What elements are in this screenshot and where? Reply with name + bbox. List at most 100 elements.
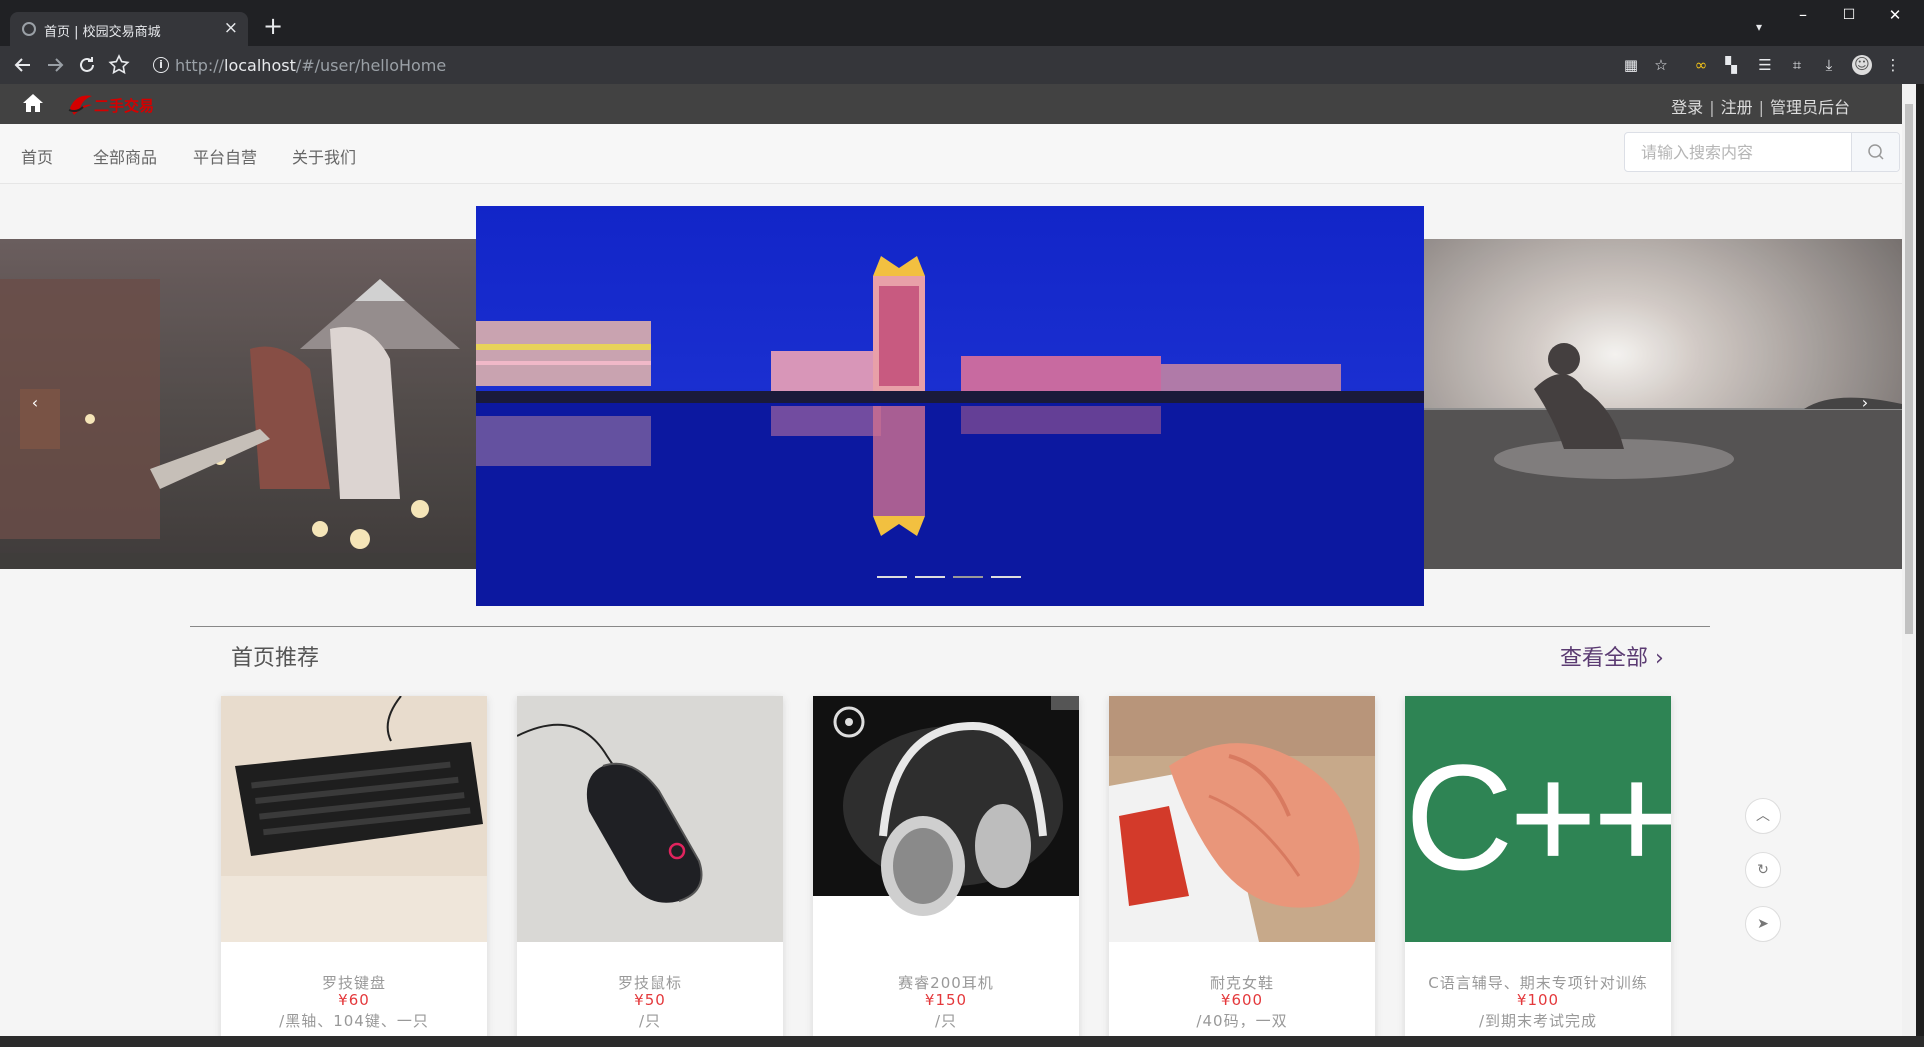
page-scrollbar[interactable] — [1902, 84, 1916, 1036]
site-info-icon[interactable]: i — [153, 57, 169, 73]
download-icon[interactable]: ⤓ — [1820, 56, 1838, 74]
product-card[interactable]: 耐克女鞋 ¥600 /40码，一双 — [1109, 696, 1375, 1036]
maximize-button[interactable]: ☐ — [1826, 0, 1872, 32]
tab-title: 首页 | 校园交易商城 — [44, 25, 161, 40]
carousel-dot[interactable] — [991, 576, 1021, 578]
auth-links: 登录 | 注册 | 管理员后台 — [1671, 94, 1850, 118]
site-logo[interactable]: 二手交易 — [66, 90, 156, 118]
forward-arrow-icon — [48, 58, 64, 72]
product-desc: /只 — [638, 1012, 662, 1030]
back-button[interactable] — [10, 52, 36, 78]
register-link[interactable]: 注册 — [1721, 98, 1753, 117]
product-card[interactable]: 赛睿200耳机 ¥150 /只 — [813, 696, 1079, 1036]
product-name: 耐克女鞋 — [1209, 974, 1274, 992]
admin-link[interactable]: 管理员后台 — [1770, 98, 1850, 117]
browser-toolbar: i http://localhost/#/user/helloHome ▦ ☆ … — [0, 46, 1924, 84]
browser-tab[interactable]: 首页 | 校园交易商城 × — [10, 12, 248, 46]
home-icon[interactable] — [22, 93, 44, 113]
campus-night-image — [476, 206, 1424, 606]
carousel-slide-prev[interactable] — [0, 239, 476, 569]
search-box — [1624, 132, 1900, 172]
minimize-button[interactable]: – — [1780, 0, 1826, 32]
product-desc: /40码，一双 — [1196, 1012, 1288, 1030]
send-icon[interactable]: ➤ — [1745, 906, 1781, 942]
refresh-icon[interactable]: ↻ — [1745, 852, 1781, 888]
product-image: C++ — [1405, 696, 1671, 942]
new-tab-button[interactable]: + — [260, 14, 286, 40]
search-input[interactable] — [1625, 133, 1851, 171]
back-arrow-icon — [14, 58, 30, 72]
product-card[interactable]: 罗技鼠标 ¥50 /只 — [517, 696, 783, 1036]
site-header: 二手交易 登录 | 注册 | 管理员后台 — [0, 84, 1902, 124]
product-desc: /只 — [934, 1012, 958, 1030]
crop-icon[interactable]: ⌗ — [1788, 56, 1806, 74]
bookmark-star-icon[interactable]: ☆ — [1652, 56, 1670, 74]
recommend-title: 首页推荐 — [231, 646, 320, 671]
reading-list-icon[interactable]: ☰ — [1756, 56, 1774, 74]
carousel-slide-next[interactable] — [1424, 239, 1902, 569]
product-card[interactable]: 罗技键盘 ¥60 /黑轴、104键、一只 — [221, 696, 487, 1036]
star-icon — [108, 54, 130, 75]
menu-kebab-icon[interactable]: ⋮ — [1884, 56, 1902, 74]
qr-code-icon[interactable]: ▦ — [1622, 56, 1640, 74]
product-desc: /黑轴、104键、一只 — [279, 1012, 429, 1030]
back-to-top-icon[interactable]: ︿ — [1745, 798, 1781, 834]
address-bar[interactable]: i http://localhost/#/user/helloHome — [143, 50, 1623, 80]
product-price: ¥100 — [1516, 991, 1560, 1009]
carousel-prev-arrow-icon[interactable]: ‹ — [24, 392, 46, 414]
product-price: ¥600 — [1220, 991, 1264, 1009]
close-window-button[interactable]: ✕ — [1872, 0, 1918, 32]
view-all-label: 查看全部 — [1560, 646, 1649, 671]
main-nav: 首页 全部商品 平台自营 关于我们 — [0, 124, 1902, 184]
extension-infinity-icon[interactable]: ∞ — [1692, 56, 1710, 74]
bookmark-star-button[interactable] — [106, 52, 132, 78]
logo-mark-icon — [68, 95, 92, 115]
product-card[interactable]: C++ C语言辅导、期末专项针对训练 ¥100 /到期末考试完成 — [1405, 696, 1671, 1036]
nav-item-all-products[interactable]: 全部商品 — [93, 144, 157, 168]
product-image — [517, 696, 783, 942]
profile-avatar[interactable]: ☺ — [1852, 55, 1872, 75]
product-name: C语言辅导、期末专项针对训练 — [1428, 974, 1648, 992]
reload-button[interactable] — [74, 52, 100, 78]
cpp-logo-text: C++ — [1405, 733, 1671, 901]
sneaker-image — [1109, 696, 1375, 942]
taskbar-strip — [0, 1036, 1924, 1047]
product-name: 罗技鼠标 — [617, 974, 682, 992]
search-icon — [1868, 144, 1884, 160]
product-name: 罗技键盘 — [321, 974, 386, 992]
carousel-next-arrow-icon[interactable]: › — [1854, 392, 1876, 414]
product-image — [813, 696, 1079, 942]
carousel-dot[interactable] — [877, 576, 907, 578]
extension-grid-icon[interactable]: ▚ — [1722, 56, 1740, 74]
page-viewport: 二手交易 登录 | 注册 | 管理员后台 首页 全部商品 平台自营 关于我们 请… — [0, 84, 1902, 1036]
view-all-link[interactable]: 查看全部 › — [1560, 640, 1664, 672]
auth-separator: | — [1709, 98, 1715, 117]
url-text[interactable]: http://localhost/#/user/helloHome — [175, 56, 446, 75]
forward-button[interactable] — [42, 52, 68, 78]
product-price: ¥150 — [924, 991, 968, 1009]
headphone-image — [813, 696, 1079, 942]
keyboard-image — [221, 696, 487, 942]
login-link[interactable]: 登录 — [1671, 98, 1703, 117]
carousel-slide-active[interactable] — [476, 206, 1424, 606]
tab-close-icon[interactable]: × — [224, 18, 238, 38]
search-button[interactable] — [1851, 133, 1899, 171]
mouse-image — [517, 696, 783, 942]
nav-item-about-us[interactable]: 关于我们 — [292, 144, 356, 168]
scrollbar-thumb[interactable] — [1905, 104, 1913, 634]
product-name: 赛睿200耳机 — [898, 974, 994, 992]
slide-overlay — [1424, 239, 1902, 569]
nav-item-home[interactable]: 首页 — [21, 144, 53, 168]
carousel-dot-active[interactable] — [953, 576, 983, 578]
carousel-dot[interactable] — [915, 576, 945, 578]
section-divider — [190, 626, 1710, 627]
product-price: ¥50 — [634, 991, 666, 1009]
product-image — [1109, 696, 1375, 942]
nav-item-self-operated[interactable]: 平台自营 — [193, 144, 257, 168]
chevron-right-icon: › — [1655, 646, 1664, 671]
product-image — [221, 696, 487, 942]
product-desc: /到期末考试完成 — [1478, 1012, 1598, 1030]
product-price: ¥60 — [338, 991, 370, 1009]
tab-search-icon[interactable]: ▾ — [1756, 20, 1762, 34]
logo-text: 二手交易 — [94, 97, 155, 115]
